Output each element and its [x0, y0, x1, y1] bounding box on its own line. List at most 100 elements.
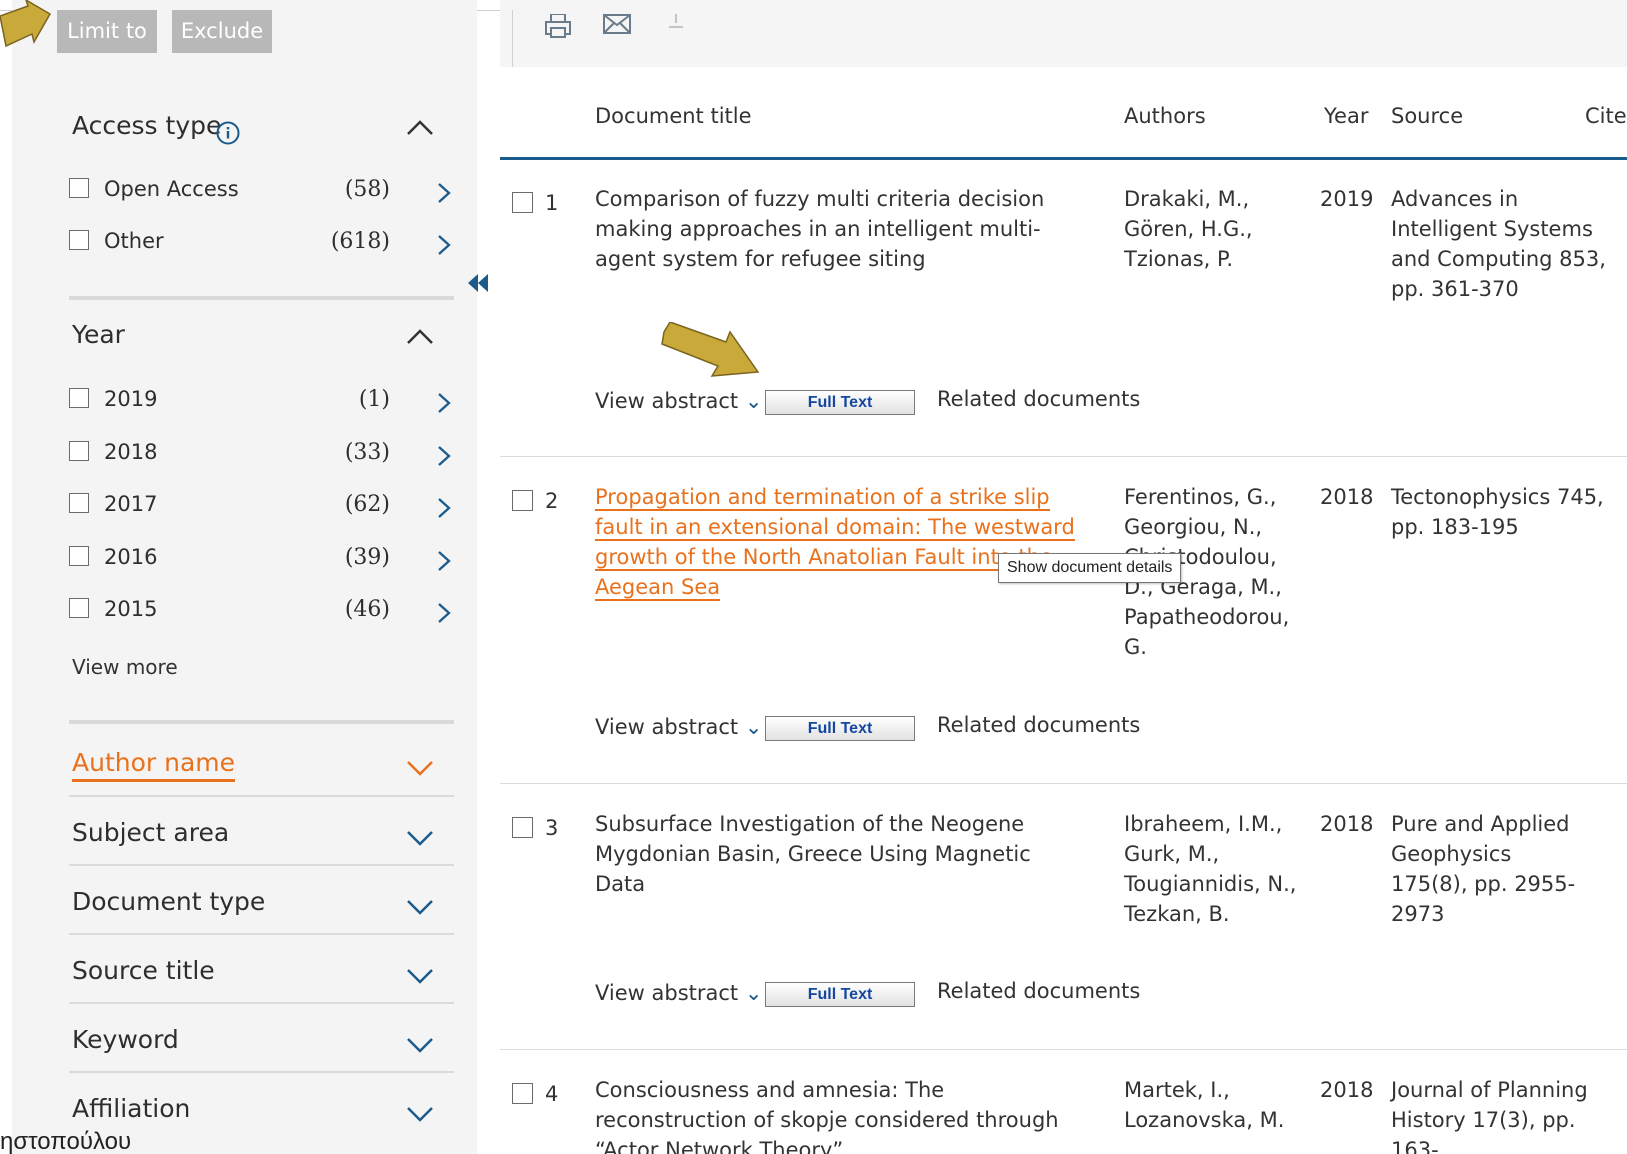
- row-checkbox[interactable]: [512, 490, 533, 511]
- info-icon[interactable]: [215, 120, 241, 146]
- related-documents-link[interactable]: Related documents: [937, 387, 1140, 411]
- option-label: 2018: [104, 440, 158, 464]
- chevron-down-icon[interactable]: [405, 753, 435, 783]
- year-cell: 2019: [1320, 187, 1374, 211]
- chevron-down-icon[interactable]: [405, 892, 435, 922]
- chevron-up-icon[interactable]: [405, 322, 435, 352]
- facet-access-type-title[interactable]: Access type: [72, 111, 221, 140]
- facet-divider: [69, 933, 454, 935]
- facet-affiliation-title[interactable]: Affiliation: [72, 1094, 190, 1123]
- chevron-right-icon[interactable]: [436, 233, 452, 257]
- full-text-button[interactable]: Full Text: [765, 716, 915, 741]
- view-abstract-link[interactable]: View abstract ⌄: [595, 981, 762, 1005]
- limit-to-button[interactable]: Limit to: [57, 10, 157, 53]
- row-divider: [500, 456, 1627, 457]
- chevron-down-icon[interactable]: [405, 823, 435, 853]
- view-abstract-link[interactable]: View abstract ⌄: [595, 715, 762, 739]
- facet-document-type-title[interactable]: Document type: [72, 887, 265, 916]
- source-cell[interactable]: Tectonophysics 745, pp. 183-195: [1391, 482, 1616, 542]
- row-checkbox[interactable]: [512, 1083, 533, 1104]
- authors-cell[interactable]: Ibraheem, I.M., Gurk, M., Tougiannidis, …: [1124, 809, 1304, 929]
- year-cell: 2018: [1320, 485, 1374, 509]
- checkbox-year-2016[interactable]: [69, 546, 89, 566]
- option-label: 2017: [104, 492, 158, 516]
- facet-divider: [69, 296, 454, 300]
- column-header-authors[interactable]: Authors: [1124, 104, 1206, 128]
- facet-divider: [69, 1071, 454, 1073]
- pointer-arrow-icon: [661, 322, 760, 377]
- chevron-right-icon[interactable]: [436, 181, 452, 205]
- document-title-link[interactable]: Propagation and termination of a strike …: [595, 482, 1100, 602]
- chevron-right-icon[interactable]: [436, 444, 452, 468]
- checkbox-other[interactable]: [69, 230, 89, 250]
- full-text-button[interactable]: Full Text: [765, 982, 915, 1007]
- option-label: Other: [104, 229, 164, 253]
- document-title-link[interactable]: Comparison of fuzzy multi criteria decis…: [595, 184, 1100, 274]
- authors-cell[interactable]: Martek, I., Lozanovska, M.: [1124, 1075, 1294, 1135]
- exclude-button[interactable]: Exclude: [172, 10, 272, 53]
- page-text-fragment: ηστοπούλου: [0, 1128, 132, 1154]
- column-header-title[interactable]: Document title: [595, 104, 752, 128]
- row-checkbox[interactable]: [512, 817, 533, 838]
- checkbox-year-2015[interactable]: [69, 598, 89, 618]
- header-rule: [500, 157, 1627, 160]
- chevron-up-icon[interactable]: [405, 113, 435, 143]
- view-more-link[interactable]: View more: [72, 655, 178, 679]
- checkbox-year-2018[interactable]: [69, 441, 89, 461]
- chevron-down-icon[interactable]: [405, 1099, 435, 1129]
- facet-author-name-title[interactable]: Author name: [72, 748, 236, 782]
- year-cell: 2018: [1320, 812, 1374, 836]
- option-count: (58): [344, 177, 390, 202]
- results-toolbar: [500, 0, 1627, 67]
- checkbox-year-2017[interactable]: [69, 493, 89, 513]
- collapse-sidebar-icon[interactable]: [466, 272, 490, 294]
- column-header-year[interactable]: Year: [1324, 104, 1368, 128]
- option-count: (46): [344, 597, 390, 622]
- facet-divider: [69, 1002, 454, 1004]
- row-number: 2: [545, 489, 559, 513]
- row-number: 4: [545, 1082, 559, 1106]
- chevron-down-icon[interactable]: [405, 1030, 435, 1060]
- toolbar-divider: [512, 10, 513, 67]
- pointer-arrow-icon: [0, 0, 52, 48]
- option-label: 2015: [104, 597, 158, 621]
- option-count: (618): [330, 229, 390, 254]
- chevron-right-icon[interactable]: [436, 601, 452, 625]
- document-title-link[interactable]: Consciousness and amnesia: The reconstru…: [595, 1075, 1100, 1154]
- related-documents-link[interactable]: Related documents: [937, 979, 1140, 1003]
- chevron-down-icon[interactable]: [405, 961, 435, 991]
- row-divider: [500, 783, 1627, 784]
- column-header-source[interactable]: Source: [1391, 104, 1463, 128]
- option-label: 2016: [104, 545, 158, 569]
- chevron-down-icon: ⌄: [744, 981, 763, 1005]
- related-documents-link[interactable]: Related documents: [937, 713, 1140, 737]
- facet-year-title[interactable]: Year: [72, 320, 125, 349]
- facet-divider: [69, 795, 454, 797]
- full-text-button[interactable]: Full Text: [765, 390, 915, 415]
- authors-cell[interactable]: Drakaki, M., Gören, H.G., Tzionas, P.: [1124, 184, 1299, 274]
- source-cell[interactable]: Advances in Intelligent Systems and Comp…: [1391, 184, 1616, 304]
- row-number: 3: [545, 816, 559, 840]
- option-count: (33): [344, 440, 390, 465]
- tooltip: Show document details: [998, 553, 1182, 583]
- download-icon[interactable]: [666, 14, 686, 30]
- view-abstract-link[interactable]: View abstract ⌄: [595, 389, 762, 413]
- chevron-right-icon[interactable]: [436, 496, 452, 520]
- column-header-cited[interactable]: Cite: [1585, 104, 1627, 128]
- chevron-right-icon[interactable]: [436, 391, 452, 415]
- checkbox-open-access[interactable]: [69, 178, 89, 198]
- facet-subject-area-title[interactable]: Subject area: [72, 818, 229, 847]
- source-cell[interactable]: Pure and Applied Geophysics 175(8), pp. …: [1391, 809, 1591, 929]
- checkbox-year-2019[interactable]: [69, 388, 89, 408]
- option-count: (39): [344, 545, 390, 570]
- print-icon[interactable]: [543, 14, 573, 38]
- email-icon[interactable]: [603, 14, 631, 34]
- facet-keyword-title[interactable]: Keyword: [72, 1025, 179, 1054]
- row-checkbox[interactable]: [512, 192, 533, 213]
- document-title-link[interactable]: Subsurface Investigation of the Neogene …: [595, 809, 1075, 899]
- chevron-right-icon[interactable]: [436, 549, 452, 573]
- row-divider: [500, 1049, 1627, 1050]
- facet-source-title-title[interactable]: Source title: [72, 956, 215, 985]
- source-cell[interactable]: Journal of Planning History 17(3), pp. 1…: [1391, 1075, 1601, 1154]
- year-cell: 2018: [1320, 1078, 1374, 1102]
